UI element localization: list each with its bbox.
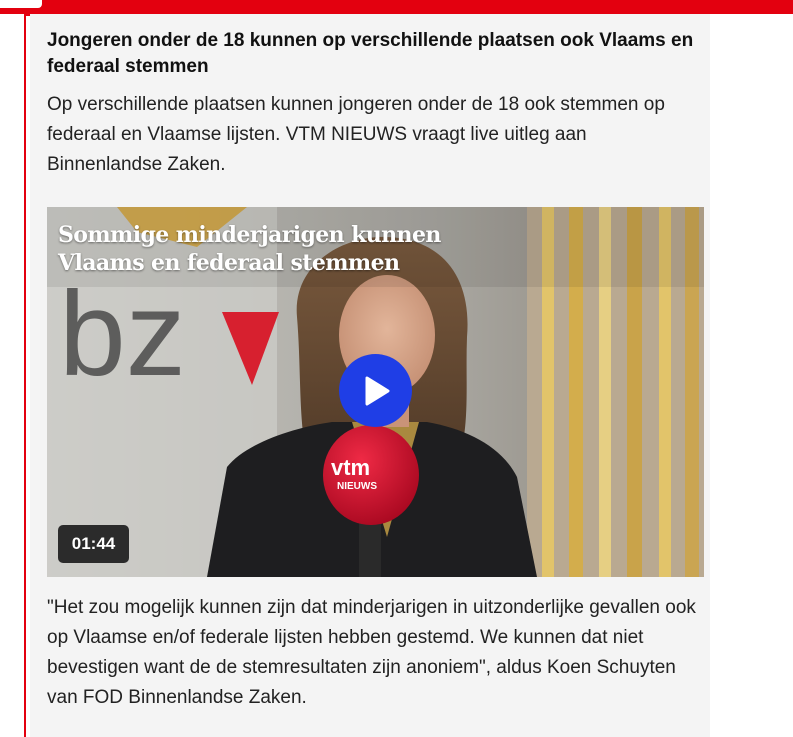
play-icon [365,376,389,405]
video-duration-badge: 01:44 [58,525,129,563]
play-button[interactable] [339,354,412,427]
microphone-logo-text: vtm [331,455,370,480]
top-tab-notch [0,0,42,8]
background-logo-text: bz [59,267,186,401]
top-accent-bar [0,0,793,14]
microphone-logo-subtext: NIEUWS [337,481,377,492]
post-headline: Jongeren onder de 18 kunnen op verschill… [47,30,694,77]
post-intro-text: Op verschillende plaatsen kunnen jongere… [47,94,665,175]
video-overlay-title: Sommige minderjarigen kunnen Vlaams en f… [58,222,441,276]
timeline-line [24,14,26,737]
video-player[interactable]: bz vtm NIEUWS Sommige minderjarigen kunn… [47,207,704,577]
post-quote-text: "Het zou mogelijk kunnen zijn dat minder… [47,597,696,708]
